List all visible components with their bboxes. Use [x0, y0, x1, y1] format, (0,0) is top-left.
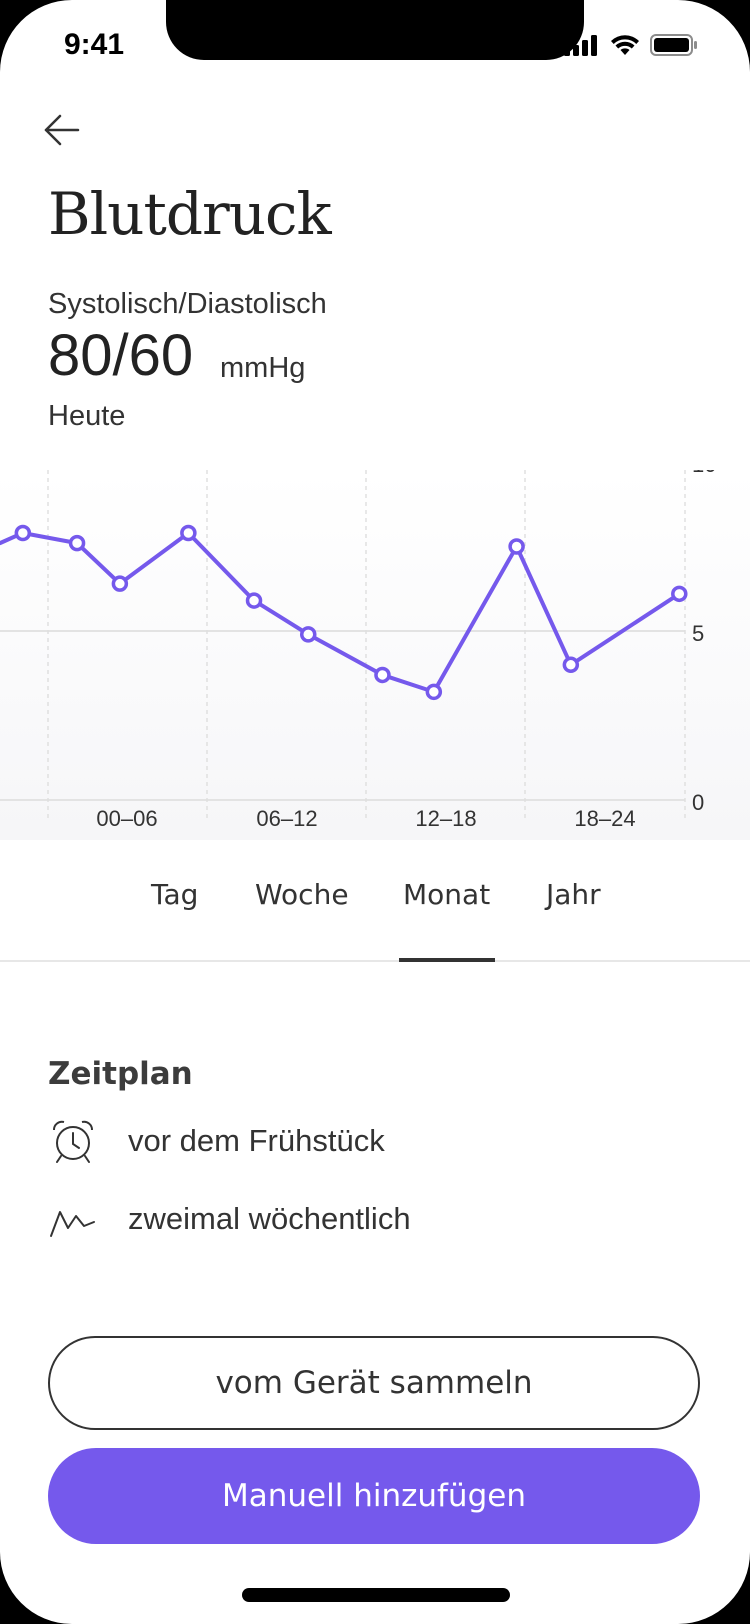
status-icons	[564, 34, 698, 56]
battery-icon	[650, 34, 697, 56]
measurement-unit: mmHg	[220, 352, 306, 384]
tab-monat[interactable]: Monat	[403, 878, 490, 911]
tab-tag[interactable]: Tag	[151, 878, 198, 911]
y-tick-label: 0	[692, 790, 704, 815]
status-time: 9:41	[64, 28, 125, 61]
data-point	[245, 592, 263, 609]
schedule-item: vor dem Frühstück	[48, 1116, 385, 1166]
data-point	[425, 683, 443, 701]
x-tick-label: 00–06	[96, 806, 157, 831]
x-tick-label: 18–24	[574, 806, 635, 831]
measurement-value: 80/60	[48, 323, 194, 388]
data-point	[671, 585, 688, 603]
period-tabs: Tag Woche Monat Jahr	[0, 840, 750, 962]
schedule-item: zweimal wöchentlich	[48, 1194, 411, 1244]
tab-jahr[interactable]: Jahr	[546, 878, 601, 911]
schedule-title: Zeitplan	[48, 1056, 193, 1092]
device-notch	[166, 0, 584, 60]
phone-screen: 9:41 Blutdruck Systolisch/Diastolisch 80…	[0, 0, 750, 1624]
measurement-type-label: Systolisch/Diastolisch	[48, 288, 327, 320]
active-tab-indicator	[399, 958, 495, 962]
tab-woche[interactable]: Woche	[255, 878, 349, 911]
data-point	[68, 534, 86, 552]
measurement-period: Heute	[48, 400, 126, 432]
y-tick-label: 10	[692, 470, 716, 477]
data-point	[374, 666, 391, 684]
wifi-icon	[611, 35, 639, 55]
blood-pressure-chart: 10 5 0 00–06 06–12 12–18 18–24	[0, 470, 750, 840]
signal-icon	[564, 35, 597, 56]
data-point	[180, 524, 197, 542]
add-manually-button[interactable]: Manuell hinzufügen	[48, 1448, 700, 1544]
data-point	[111, 575, 129, 592]
y-tick-label: 5	[692, 621, 704, 646]
data-point	[300, 626, 317, 643]
back-arrow-icon[interactable]	[40, 108, 90, 152]
frequency-wave-icon	[50, 1211, 95, 1237]
x-tick-label: 12–18	[415, 806, 476, 831]
collect-from-device-button[interactable]: vom Gerät sammeln	[48, 1336, 700, 1430]
page-title: Blutdruck	[48, 180, 332, 248]
x-tick-label: 06–12	[256, 806, 317, 831]
home-indicator	[242, 1588, 510, 1602]
alarm-clock-icon	[53, 1120, 93, 1163]
data-point	[562, 656, 580, 674]
schedule-item-label: vor dem Frühstück	[128, 1123, 385, 1158]
chart-svg: 10 5 0 00–06 06–12 12–18 18–24	[0, 470, 716, 831]
data-point	[508, 538, 525, 555]
data-point	[14, 524, 32, 542]
schedule-item-label: zweimal wöchentlich	[128, 1201, 411, 1236]
